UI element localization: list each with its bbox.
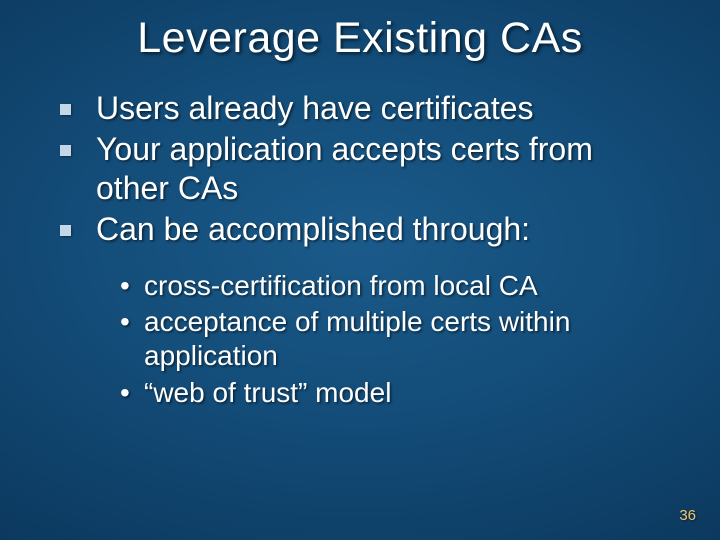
slide: Leverage Existing CAs Users already have… bbox=[0, 0, 720, 540]
sub-bullet-list: cross-certification from local CA accept… bbox=[60, 269, 672, 410]
sub-bullet-item: “web of trust” model bbox=[120, 376, 672, 410]
slide-content: Users already have certificates Your app… bbox=[0, 63, 720, 410]
bullet-list: Users already have certificates Your app… bbox=[60, 89, 672, 249]
slide-title: Leverage Existing CAs bbox=[0, 0, 720, 63]
sub-bullet-item: acceptance of multiple certs within appl… bbox=[120, 305, 672, 373]
sub-bullet-item: cross-certification from local CA bbox=[120, 269, 672, 303]
bullet-item: Can be accomplished through: bbox=[60, 210, 672, 249]
bullet-item: Users already have certificates bbox=[60, 89, 672, 128]
bullet-item: Your application accepts certs from othe… bbox=[60, 130, 672, 208]
page-number: 36 bbox=[679, 507, 696, 524]
